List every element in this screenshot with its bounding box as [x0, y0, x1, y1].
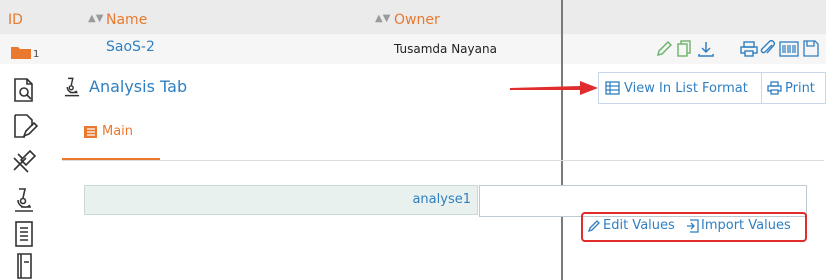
view-in-list-format-button[interactable]: View In List Format — [605, 73, 757, 103]
import-values-label: Import Values — [701, 218, 791, 233]
print-label: Print — [785, 80, 815, 96]
import-values-link[interactable]: Import Values — [686, 218, 791, 233]
tab-divider — [62, 160, 824, 161]
button-divider — [761, 73, 762, 103]
table-icon — [605, 81, 620, 95]
field-label-box: analyse1 — [84, 185, 478, 215]
document-edit-icon[interactable] — [10, 112, 38, 140]
record-name[interactable]: SaoS-2 — [106, 39, 155, 55]
sidebar — [10, 72, 46, 280]
column-name-header[interactable]: Name — [106, 12, 147, 28]
import-icon — [687, 218, 699, 233]
copy-icon[interactable] — [676, 40, 692, 58]
folder-icon[interactable] — [10, 44, 32, 60]
microscope-icon[interactable] — [10, 186, 38, 214]
active-tab-indicator — [62, 158, 160, 160]
download-icon[interactable] — [697, 40, 715, 58]
pencil-icon[interactable] — [656, 40, 672, 58]
attach-icon[interactable] — [760, 40, 776, 58]
print-button[interactable]: Print — [767, 73, 823, 103]
barcode-icon[interactable] — [779, 41, 799, 57]
list-icon — [84, 125, 97, 138]
record-owner: Tusamda Nayana — [394, 42, 497, 56]
edit-values-link[interactable]: Edit Values — [588, 218, 675, 233]
column-id-header[interactable]: ID — [8, 12, 23, 28]
pencil-icon — [588, 220, 600, 232]
microscope-icon — [64, 77, 80, 97]
edit-values-label: Edit Values — [603, 218, 675, 233]
tab-main[interactable]: Main — [84, 124, 133, 139]
column-owner-header[interactable]: Owner — [394, 12, 440, 28]
view-print-button-group: View In List Format Print — [598, 72, 826, 104]
field-label: analyse1 — [412, 192, 471, 207]
book-icon[interactable] — [10, 252, 38, 280]
document-search-icon[interactable] — [10, 76, 38, 104]
tab-main-label: Main — [102, 124, 134, 139]
record-id: 1 — [33, 49, 40, 60]
print-icon[interactable] — [740, 40, 758, 58]
save-icon[interactable] — [803, 40, 819, 58]
panel-separator[interactable] — [561, 0, 563, 280]
notebook-icon[interactable] — [10, 220, 38, 248]
panel-title: Analysis Tab — [89, 77, 188, 96]
print-icon — [767, 81, 782, 95]
view-in-list-format-label: View In List Format — [624, 80, 748, 96]
arrow-icon — [510, 81, 598, 95]
tools-icon[interactable] — [10, 148, 38, 176]
sort-icon[interactable]: ▲▼ — [88, 13, 103, 24]
sort-icon[interactable]: ▲▼ — [375, 13, 390, 24]
